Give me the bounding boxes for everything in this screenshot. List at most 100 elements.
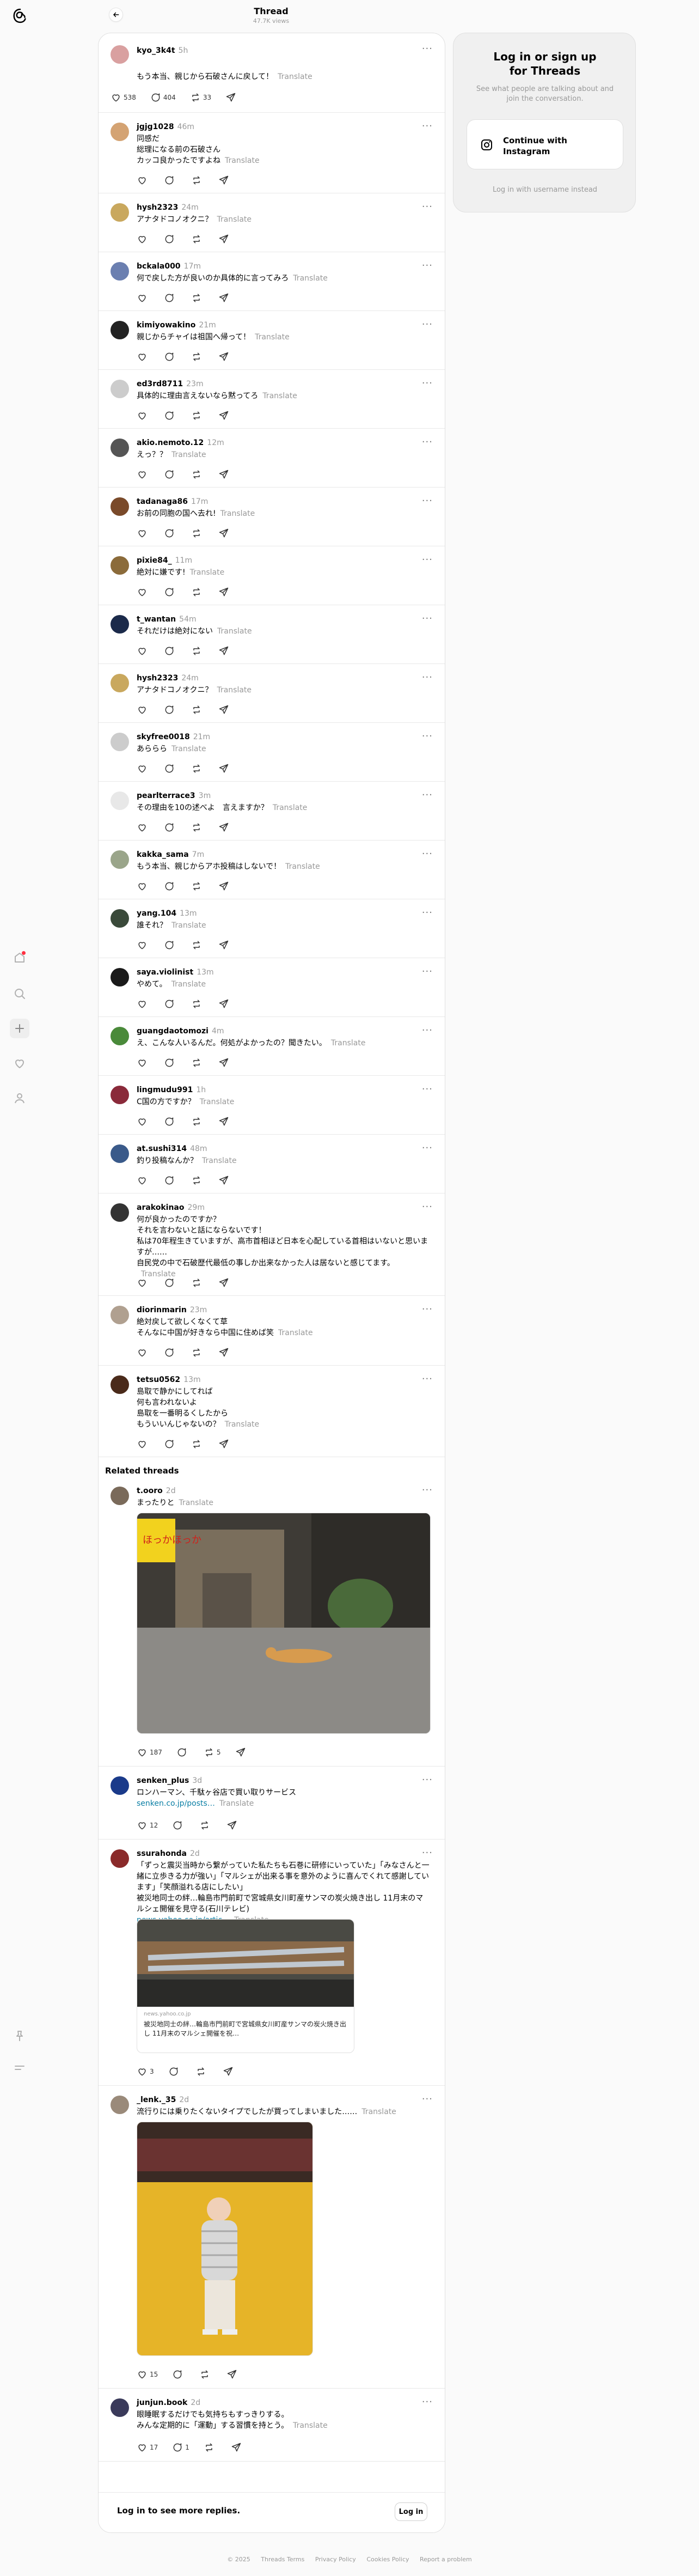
share-button[interactable] [218, 940, 231, 951]
more-options-icon[interactable]: ··· [422, 43, 433, 54]
repost-button[interactable] [191, 528, 204, 539]
threads-logo-icon[interactable] [12, 8, 28, 24]
more-options-icon[interactable]: ··· [422, 554, 433, 565]
reply-button[interactable] [164, 645, 177, 656]
privacy-link[interactable]: Privacy Policy [315, 2556, 356, 2563]
cookies-link[interactable]: Cookies Policy [366, 2556, 409, 2563]
like-button[interactable] [137, 763, 150, 774]
share-button[interactable] [218, 293, 231, 303]
translate-link[interactable]: Translate [278, 72, 312, 81]
avatar[interactable] [111, 1375, 129, 1394]
more-options-icon[interactable]: ··· [422, 1847, 433, 1859]
reply-button[interactable] [164, 351, 177, 362]
repost-button[interactable] [191, 645, 204, 656]
more-options-icon[interactable]: ··· [422, 789, 433, 801]
like-button[interactable] [137, 1439, 150, 1450]
reply-post[interactable]: hysh2323 24m ··· アナタドコノオクニ？ Translate [99, 193, 445, 252]
like-button[interactable] [137, 293, 150, 303]
repost-button[interactable] [191, 940, 204, 951]
avatar[interactable] [111, 674, 129, 692]
translate-link[interactable]: Translate [202, 1156, 237, 1165]
reply-button[interactable] [164, 704, 177, 715]
repost-button[interactable] [191, 351, 204, 362]
reply-post[interactable]: ed3rd8711 23m ··· 具体的に理由言えないなら黙ってろ Translate [99, 370, 445, 429]
avatar[interactable] [111, 615, 129, 634]
reply-post[interactable]: bckala000 17m ··· 何で戻した方が良いのか具体的に言ってみろ Trans… [99, 252, 445, 311]
reply-author[interactable]: hysh2323 24m [137, 674, 199, 683]
share-button[interactable] [223, 2066, 236, 2077]
reply-post[interactable]: akio.nemoto.12 12m ··· えっ？？ Translate [99, 429, 445, 488]
avatar[interactable] [111, 1487, 129, 1505]
avatar[interactable] [111, 850, 129, 869]
reply-button[interactable] [164, 998, 177, 1009]
translate-link[interactable]: Translate [200, 1098, 235, 1106]
repost-button[interactable] [191, 469, 204, 480]
like-button[interactable]: 538 [111, 92, 136, 103]
share-button[interactable] [218, 645, 231, 656]
avatar[interactable] [111, 909, 129, 928]
reply-button[interactable] [164, 410, 177, 421]
search-icon[interactable] [10, 984, 29, 1003]
more-options-icon[interactable]: ··· [422, 1304, 433, 1315]
like-button[interactable] [137, 704, 150, 715]
repost-button[interactable] [191, 1439, 204, 1450]
reply-author[interactable]: t_wantan 54m [137, 615, 197, 624]
avatar[interactable] [111, 123, 129, 141]
more-options-icon[interactable]: ··· [422, 436, 433, 448]
terms-link[interactable]: Threads Terms [261, 2556, 304, 2563]
heart-icon[interactable] [10, 1053, 29, 1073]
reply-author[interactable]: at.sushi314 48m [137, 1144, 207, 1153]
reply-button[interactable] [164, 1347, 177, 1358]
more-options-icon[interactable]: ··· [422, 1142, 433, 1154]
share-button[interactable] [218, 234, 231, 245]
more-options-icon[interactable]: ··· [422, 1373, 433, 1385]
repost-button[interactable]: 5 [204, 1747, 221, 1758]
more-options-icon[interactable]: ··· [422, 730, 433, 742]
reply-post[interactable]: jgjg1028 46m ··· 同感だ 総理になる前の石破さん カッコ良かったですよ… [99, 113, 445, 193]
avatar[interactable] [111, 203, 129, 222]
reply-button[interactable] [164, 469, 177, 480]
share-button[interactable] [218, 881, 231, 892]
login-button[interactable]: Log in [395, 2502, 427, 2521]
translate-link[interactable]: Translate [171, 980, 206, 989]
share-button[interactable] [226, 1820, 240, 1831]
reply-button[interactable] [164, 763, 177, 774]
share-button[interactable] [218, 587, 231, 598]
reply-button[interactable] [164, 1277, 177, 1288]
like-button[interactable] [137, 998, 150, 1009]
repost-button[interactable] [199, 1820, 212, 1831]
back-arrow-icon[interactable] [109, 8, 123, 22]
post-author[interactable]: junjun.book 2d [137, 2398, 200, 2407]
share-button[interactable] [218, 469, 231, 480]
like-button[interactable] [137, 351, 150, 362]
share-button[interactable] [218, 1116, 231, 1127]
reply-button[interactable] [164, 822, 177, 833]
reply-author[interactable]: ed3rd8711 23m [137, 380, 204, 388]
repost-button[interactable] [195, 2066, 209, 2077]
reply-button[interactable] [164, 1116, 177, 1127]
translate-link[interactable]: Translate [285, 862, 320, 871]
avatar[interactable] [111, 791, 129, 810]
like-button[interactable]: 15 [137, 2369, 158, 2380]
avatar[interactable] [111, 1776, 129, 1795]
more-options-icon[interactable]: ··· [422, 260, 433, 271]
more-options-icon[interactable]: ··· [422, 319, 433, 330]
repost-button[interactable] [191, 293, 204, 303]
reply-post[interactable]: yang.104 13m ··· 誰それ？ Translate [99, 899, 445, 958]
avatar[interactable] [111, 1306, 129, 1324]
like-button[interactable] [137, 528, 150, 539]
reply-post[interactable]: diorinmarin 23m ··· 絶対戻して欲しくなくて草 そんなに中国が好きな… [99, 1296, 445, 1366]
reply-post[interactable]: lingmudu991 1h ··· C国の方ですか？ Translate [99, 1076, 445, 1135]
reply-button[interactable] [164, 293, 177, 303]
reply-post[interactable]: tadanaga86 17m ··· お前の同胞の国へ去れ! Translate [99, 488, 445, 546]
continue-instagram-button[interactable]: Continue with Instagram [467, 119, 623, 169]
home-icon[interactable] [10, 948, 29, 967]
repost-button[interactable] [191, 1347, 204, 1358]
translate-link[interactable]: Translate [217, 627, 252, 636]
repost-button[interactable] [191, 881, 204, 892]
reply-button[interactable]: 1 [172, 2442, 189, 2453]
avatar[interactable] [111, 497, 129, 516]
avatar[interactable] [111, 439, 129, 457]
avatar[interactable] [111, 1144, 129, 1163]
reply-author[interactable]: tetsu0562 13m [137, 1375, 201, 1384]
